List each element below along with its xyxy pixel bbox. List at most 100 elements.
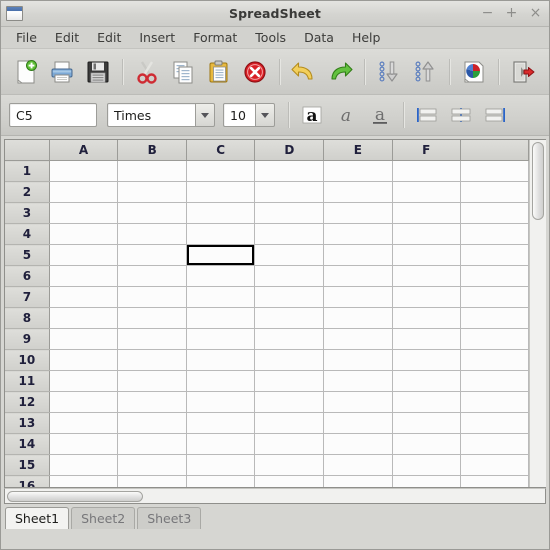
column-header-a[interactable]: A	[49, 140, 119, 161]
cell-1[interactable]	[460, 160, 529, 182]
cell-C10[interactable]	[186, 349, 256, 371]
copy-button[interactable]	[166, 55, 200, 89]
cell-E13[interactable]	[323, 412, 393, 434]
cell-C7[interactable]	[186, 286, 256, 308]
cell-F4[interactable]	[392, 223, 461, 245]
cell-A8[interactable]	[49, 307, 119, 329]
menu-item-tools[interactable]: Tools	[246, 28, 295, 48]
row-header-12[interactable]: 12	[5, 391, 50, 413]
cell-A13[interactable]	[49, 412, 119, 434]
sheet-tab-sheet3[interactable]: Sheet3	[137, 507, 202, 529]
cell-16[interactable]	[460, 475, 529, 487]
menu-item-help[interactable]: Help	[343, 28, 390, 48]
font-size-value[interactable]: 10	[223, 103, 255, 127]
row-header-3[interactable]: 3	[5, 202, 50, 224]
cell-B3[interactable]	[117, 202, 187, 224]
column-header-e[interactable]: E	[323, 140, 393, 161]
cell-C13[interactable]	[186, 412, 256, 434]
cell-C16[interactable]	[186, 475, 256, 487]
cell-F15[interactable]	[392, 454, 461, 476]
cell-E10[interactable]	[323, 349, 393, 371]
cell-A11[interactable]	[49, 370, 119, 392]
menu-item-edit[interactable]: Edit	[46, 28, 88, 48]
cell-D8[interactable]	[254, 307, 325, 329]
cell-11[interactable]	[460, 370, 529, 392]
cell-F14[interactable]	[392, 433, 461, 455]
vertical-scrollbar-thumb[interactable]	[532, 142, 544, 220]
row-header-14[interactable]: 14	[5, 433, 50, 455]
font-name-combo[interactable]: Times	[107, 103, 215, 127]
cell-A6[interactable]	[49, 265, 119, 287]
cell-D9[interactable]	[254, 328, 325, 350]
cell-B11[interactable]	[117, 370, 187, 392]
cell-B7[interactable]	[117, 286, 187, 308]
cell-D11[interactable]	[254, 370, 325, 392]
cell-B9[interactable]	[117, 328, 187, 350]
cell-B5[interactable]	[117, 244, 187, 266]
cell-E2[interactable]	[323, 181, 393, 203]
column-header-d[interactable]: D	[254, 140, 325, 161]
row-header-7[interactable]: 7	[5, 286, 50, 308]
horizontal-scrollbar-thumb[interactable]	[7, 491, 143, 502]
minimize-button[interactable]: −	[480, 6, 495, 21]
undo-button[interactable]	[287, 55, 321, 89]
cell-E16[interactable]	[323, 475, 393, 487]
cell-4[interactable]	[460, 223, 529, 245]
cell-D16[interactable]	[254, 475, 325, 487]
cell-C9[interactable]	[186, 328, 256, 350]
column-header-f[interactable]: F	[392, 140, 461, 161]
cut-button[interactable]	[130, 55, 164, 89]
cell-F8[interactable]	[392, 307, 461, 329]
cell-B16[interactable]	[117, 475, 187, 487]
cell-B2[interactable]	[117, 181, 187, 203]
cell-F7[interactable]	[392, 286, 461, 308]
cell-E11[interactable]	[323, 370, 393, 392]
cell-F9[interactable]	[392, 328, 461, 350]
align-right-button[interactable]	[479, 99, 511, 131]
cell-F6[interactable]	[392, 265, 461, 287]
maximize-button[interactable]: +	[504, 6, 519, 21]
select-all-corner[interactable]	[5, 140, 50, 161]
align-center-button[interactable]	[445, 99, 477, 131]
cell-10[interactable]	[460, 349, 529, 371]
cell-8[interactable]	[460, 307, 529, 329]
cell-E5[interactable]	[323, 244, 393, 266]
exit-button[interactable]	[506, 55, 540, 89]
row-header-4[interactable]: 4	[5, 223, 50, 245]
column-header-extra[interactable]	[460, 140, 529, 161]
cell-D10[interactable]	[254, 349, 325, 371]
cell-C14[interactable]	[186, 433, 256, 455]
row-header-15[interactable]: 15	[5, 454, 50, 476]
underline-button[interactable]: a	[364, 99, 396, 131]
cell-C1[interactable]	[186, 160, 256, 182]
cell-A15[interactable]	[49, 454, 119, 476]
sheet-tab-sheet2[interactable]: Sheet2	[71, 507, 136, 529]
cell-2[interactable]	[460, 181, 529, 203]
cell-E9[interactable]	[323, 328, 393, 350]
cell-C3[interactable]	[186, 202, 256, 224]
row-header-1[interactable]: 1	[5, 160, 50, 182]
cell-F5[interactable]	[392, 244, 461, 266]
row-header-11[interactable]: 11	[5, 370, 50, 392]
cell-F12[interactable]	[392, 391, 461, 413]
cell-F16[interactable]	[392, 475, 461, 487]
cell-F1[interactable]	[392, 160, 461, 182]
cell-E7[interactable]	[323, 286, 393, 308]
cell-12[interactable]	[460, 391, 529, 413]
cell-3[interactable]	[460, 202, 529, 224]
sort-descending-button[interactable]	[408, 55, 442, 89]
cell-D14[interactable]	[254, 433, 325, 455]
delete-button[interactable]	[238, 55, 272, 89]
row-header-10[interactable]: 10	[5, 349, 50, 371]
italic-button[interactable]: a	[330, 99, 362, 131]
cell-B4[interactable]	[117, 223, 187, 245]
cell-7[interactable]	[460, 286, 529, 308]
cell-A2[interactable]	[49, 181, 119, 203]
cell-B8[interactable]	[117, 307, 187, 329]
close-button[interactable]: ×	[528, 6, 543, 21]
cell-D3[interactable]	[254, 202, 325, 224]
cell-14[interactable]	[460, 433, 529, 455]
cell-D7[interactable]	[254, 286, 325, 308]
cell-B15[interactable]	[117, 454, 187, 476]
column-header-c[interactable]: C	[186, 140, 256, 161]
